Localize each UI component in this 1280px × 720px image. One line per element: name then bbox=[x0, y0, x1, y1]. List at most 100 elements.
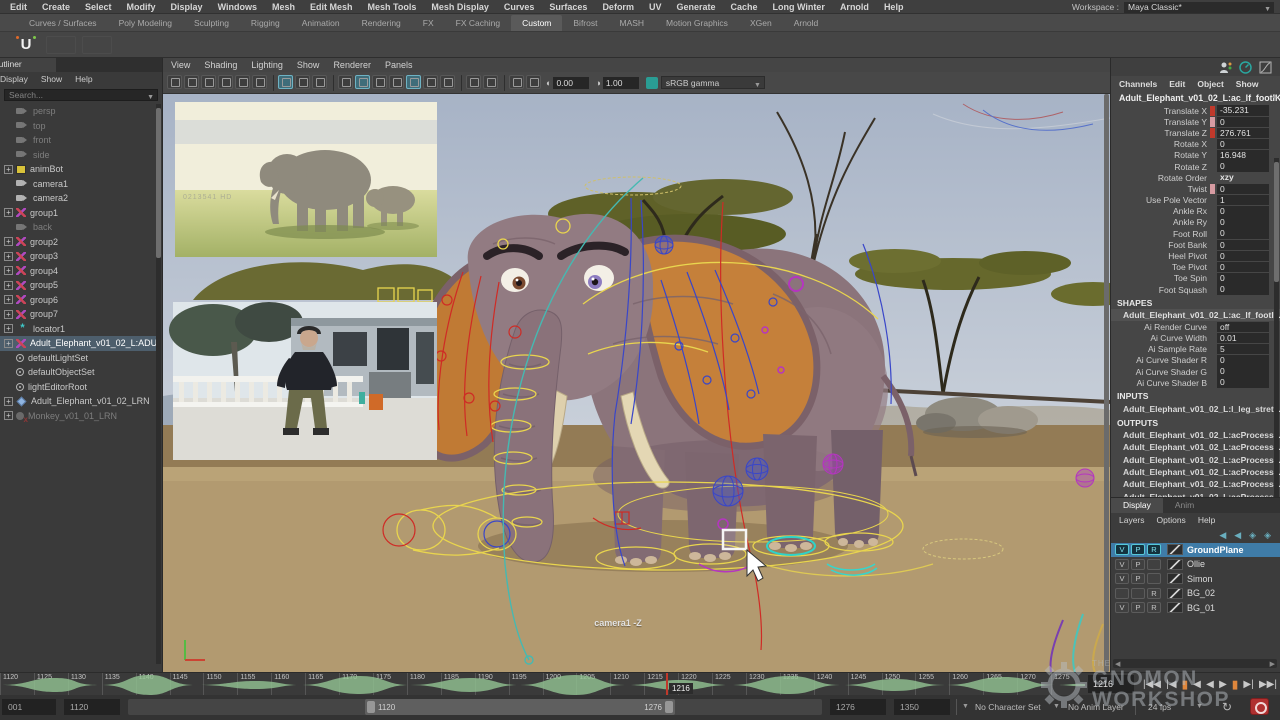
speedometer-icon[interactable] bbox=[1239, 61, 1252, 74]
expand-toggle-icon[interactable]: + bbox=[4, 208, 13, 217]
expand-toggle-icon[interactable]: + bbox=[4, 266, 13, 275]
viewport-toolbar-button[interactable] bbox=[338, 75, 353, 89]
playback-loop-icon[interactable]: ↻ bbox=[1222, 699, 1232, 715]
current-frame-marker[interactable] bbox=[666, 673, 668, 696]
layer-editor-tab[interactable]: Display bbox=[1111, 498, 1163, 513]
channel-value-field[interactable]: 0.01 bbox=[1217, 333, 1269, 344]
viewport-toolbar-button[interactable] bbox=[235, 75, 250, 89]
expand-toggle-icon[interactable]: + bbox=[4, 310, 13, 319]
colorspace-dropdown[interactable]: sRGB gamma▼ bbox=[646, 76, 765, 89]
menu-item[interactable]: Select bbox=[85, 2, 112, 12]
layer-color-swatch[interactable] bbox=[1167, 588, 1183, 599]
layer-playback-toggle[interactable] bbox=[1131, 588, 1145, 599]
move-layer-down-icon[interactable]: ◀ bbox=[1234, 530, 1241, 540]
viewport-toolbar-button[interactable] bbox=[278, 75, 293, 89]
menu-item[interactable]: Generate bbox=[676, 2, 715, 12]
expand-toggle-icon[interactable]: + bbox=[4, 295, 13, 304]
menu-item[interactable]: Deform bbox=[602, 2, 634, 12]
menu-item[interactable]: Modify bbox=[127, 2, 156, 12]
channel-row[interactable]: Twist 0 bbox=[1111, 183, 1280, 194]
channel-row[interactable]: Rotate Z 0 bbox=[1111, 161, 1280, 172]
viewport-toolbar-button[interactable] bbox=[333, 75, 334, 91]
panel-divider[interactable] bbox=[1104, 94, 1109, 672]
menu-item[interactable]: Help bbox=[884, 2, 904, 12]
channel-value-field[interactable]: 0 bbox=[1217, 184, 1269, 195]
outliner-item[interactable]: + top bbox=[0, 119, 156, 134]
outliner-item[interactable]: + side bbox=[0, 148, 156, 163]
outliner-item[interactable]: + group6 bbox=[0, 293, 156, 308]
channel-value-field[interactable]: 1 bbox=[1217, 195, 1269, 206]
chevron-down-icon[interactable]: ▼ bbox=[962, 703, 969, 710]
scrollbar-thumb[interactable] bbox=[156, 108, 161, 258]
channel-row[interactable]: Foot Bank 0 bbox=[1111, 239, 1280, 250]
viewport-toolbar-button[interactable] bbox=[509, 75, 524, 89]
outliner-menu-item[interactable]: Display bbox=[0, 74, 28, 84]
shelf-tab[interactable]: XGen bbox=[739, 15, 783, 31]
layer-playback-toggle[interactable]: P bbox=[1131, 544, 1145, 555]
animation-start-field[interactable]: 001 bbox=[2, 699, 56, 715]
empty-layer-icon[interactable]: ◈ bbox=[1249, 530, 1256, 540]
outliner-item[interactable]: + camera1 bbox=[0, 177, 156, 192]
channel-value-field[interactable]: 0 bbox=[1217, 366, 1269, 377]
shelf-tab[interactable]: FX bbox=[412, 15, 445, 31]
shelf-tab[interactable]: Poly Modeling bbox=[108, 15, 183, 31]
time-slider[interactable]: 1120112511301135114011451150115511601165… bbox=[0, 672, 1280, 695]
menu-item[interactable]: Cache bbox=[731, 2, 758, 12]
viewport-toolbar-button[interactable] bbox=[483, 75, 498, 89]
shelf-tab[interactable]: Animation bbox=[291, 15, 351, 31]
channel-value-field[interactable]: 0 bbox=[1217, 161, 1269, 172]
channel-row[interactable]: Foot Squash 0 bbox=[1111, 284, 1280, 295]
shelf-tab[interactable]: Rigging bbox=[240, 15, 291, 31]
play-forwards-button[interactable]: ▶ bbox=[1219, 675, 1227, 695]
viewport-menu-item[interactable]: Shading bbox=[204, 60, 237, 70]
workspace-dropdown[interactable]: Maya Classic*▼ bbox=[1124, 2, 1274, 13]
layer-color-swatch[interactable] bbox=[1167, 602, 1183, 613]
viewport-menu-item[interactable]: Show bbox=[297, 60, 320, 70]
viewport-menu-item[interactable]: View bbox=[171, 60, 190, 70]
output-node[interactable]: Adult_Elephant_v01_02_L:acProcess... bbox=[1111, 429, 1280, 441]
viewport-toolbar-button[interactable] bbox=[406, 75, 421, 89]
layer-playback-toggle[interactable]: P bbox=[1131, 559, 1145, 570]
viewport-toolbar-button[interactable] bbox=[201, 75, 216, 89]
animbot-shelf-icon[interactable]: U bbox=[14, 35, 38, 55]
layer-reference-toggle[interactable] bbox=[1147, 573, 1161, 584]
menu-item[interactable]: Surfaces bbox=[549, 2, 587, 12]
expand-toggle-icon[interactable]: + bbox=[4, 411, 13, 420]
outliner-item[interactable]: + group4 bbox=[0, 264, 156, 279]
shelf-tab[interactable]: Rendering bbox=[351, 15, 412, 31]
chevron-down-icon[interactable]: ▼ bbox=[1053, 703, 1060, 710]
layer-reference-toggle[interactable]: R bbox=[1147, 602, 1161, 613]
viewport-toolbar-button[interactable] bbox=[184, 75, 199, 89]
channel-value-field[interactable]: 0 bbox=[1217, 228, 1269, 239]
outliner-item[interactable]: + group2 bbox=[0, 235, 156, 250]
chevron-down-icon[interactable]: ▼ bbox=[1196, 703, 1203, 710]
menu-item[interactable]: Mesh Display bbox=[431, 2, 489, 12]
viewport-toolbar-button[interactable] bbox=[218, 75, 233, 89]
layer-row[interactable]: V P Ollie bbox=[1111, 558, 1280, 572]
viewport-menu-item[interactable]: Renderer bbox=[333, 60, 371, 70]
scroll-left-icon[interactable]: ◀ bbox=[1115, 660, 1120, 668]
menu-item[interactable]: Edit Mesh bbox=[310, 2, 353, 12]
playback-start-field[interactable]: 1120 bbox=[64, 699, 120, 715]
channel-value-field[interactable]: 0 bbox=[1217, 117, 1269, 128]
menu-item[interactable]: Curves bbox=[504, 2, 535, 12]
layer-visibility-toggle[interactable]: V bbox=[1115, 602, 1129, 613]
channel-row[interactable]: Use Pole Vector 1 bbox=[1111, 195, 1280, 206]
layer-visibility-toggle[interactable] bbox=[1115, 588, 1129, 599]
outliner-item[interactable]: + group7 bbox=[0, 307, 156, 322]
go-to-end-button[interactable]: ▶▶| bbox=[1259, 675, 1277, 695]
channel-value-field[interactable]: 0 bbox=[1217, 273, 1269, 284]
shelf-tab[interactable]: FX Caching bbox=[445, 15, 511, 31]
range-slider-active[interactable]: 1120 1276 bbox=[365, 699, 675, 715]
output-node[interactable]: Adult_Elephant_v01_02_L:acProcess... bbox=[1111, 466, 1280, 478]
viewport-toolbar-button[interactable] bbox=[312, 75, 327, 89]
viewport-toolbar-button[interactable] bbox=[252, 75, 267, 89]
outliner-scrollbar[interactable] bbox=[156, 104, 161, 664]
outliner-item[interactable]: + lightEditorRoot bbox=[0, 380, 156, 395]
layer-color-swatch[interactable] bbox=[1167, 559, 1183, 570]
channel-value-field[interactable]: 0 bbox=[1217, 284, 1269, 295]
channel-value-field[interactable]: 0 bbox=[1217, 251, 1269, 262]
viewport-toolbar-button[interactable] bbox=[295, 75, 310, 89]
character-set-icon[interactable] bbox=[1219, 61, 1232, 74]
channel-value-field[interactable]: -35.231 bbox=[1217, 105, 1269, 116]
